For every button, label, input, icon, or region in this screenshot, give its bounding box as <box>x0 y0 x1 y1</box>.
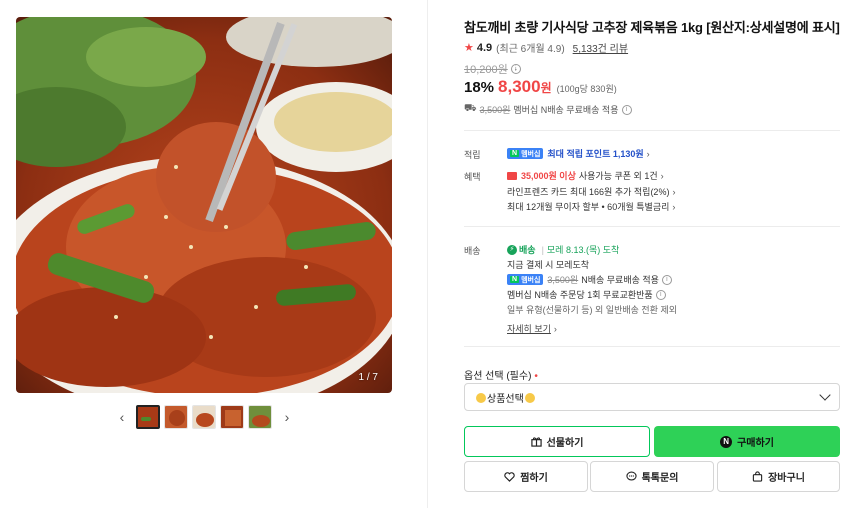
shipping-summary-text: 멤버십 N배송 무료배송 적용 <box>513 105 619 115</box>
installment-text: 최대 12개월 무이자 할부 • 60개월 특별금리 <box>507 202 670 212</box>
free-delivery-row: N 멤버십 3,500원 N배송 무료배송 적용 i <box>507 273 672 286</box>
section-divider <box>464 226 840 227</box>
points-label: 적립 <box>464 150 481 160</box>
delivery-more-link[interactable]: 자세히 보기 <box>507 322 551 335</box>
free-delivery-text: N배송 무료배송 적용 <box>581 275 659 285</box>
original-price-row: 10,200원 i <box>464 61 521 77</box>
option-label: 옵션 선택 (필수) • <box>464 371 538 382</box>
coupon-threshold: 35,000원 이상 <box>521 171 576 181</box>
review-count-link[interactable]: 5,133건 리뷰 <box>573 40 628 55</box>
truck-icon: ⛟ <box>464 103 477 114</box>
points-row[interactable]: N 멤버십 최대 적립 포인트 1,130원 › <box>507 147 650 160</box>
wish-button[interactable]: 찜하기 <box>464 461 588 492</box>
thumbnail-2[interactable] <box>164 405 188 429</box>
chevron-right-icon: › <box>672 201 676 212</box>
coupon-icon <box>507 171 517 180</box>
original-price: 10,200원 <box>464 64 508 76</box>
smile-emoji-icon <box>524 392 535 403</box>
rating-period: (최근 6개월 4.9) <box>496 44 565 55</box>
section-divider <box>464 130 840 131</box>
sale-price: 8,300 <box>498 77 541 96</box>
exchange-row: 멤버십 N배송 주문당 1회 무료교환반품 i <box>507 288 666 301</box>
gift-icon <box>530 436 542 447</box>
thumbnail-5[interactable] <box>248 405 272 429</box>
chevron-down-icon <box>819 389 831 401</box>
cart-button[interactable]: 장바구니 <box>717 461 840 492</box>
option-select-dropdown[interactable]: 상품선택 <box>464 383 840 411</box>
price-row: 18% 8,300 원 (100g당 830원) <box>464 77 617 97</box>
thumbnail-4[interactable] <box>220 405 244 429</box>
chat-bubble-icon <box>625 471 637 482</box>
shopping-bag-icon <box>752 471 763 482</box>
card-benefit-text: 라인프렌즈 카드 최대 166원 추가 적립(2%) <box>507 187 670 197</box>
chevron-right-icon: › <box>646 148 650 159</box>
fast-delivery-icon: ⚡ <box>507 244 517 255</box>
notice-row: 일부 유형(선물하기 등) 외 일반배송 전환 제외 <box>507 303 677 316</box>
gift-button[interactable]: 선물하기 <box>464 426 650 457</box>
npay-membership-badge: N 멤버십 <box>507 148 544 159</box>
exchange-text: 멤버십 N배송 주문당 1회 무료교환반품 <box>507 290 653 300</box>
pay-now-text: 지금 결제 시 모레도착 <box>507 260 590 270</box>
required-mark: • <box>534 371 538 382</box>
price-info-icon[interactable]: i <box>510 64 521 74</box>
naver-pay-icon: N <box>720 435 733 448</box>
delivery-badge: ⚡ 배송 <box>507 243 536 256</box>
delivery-more-row[interactable]: 자세히 보기 › <box>507 322 557 335</box>
product-main-image[interactable]: 1 / 7 <box>16 17 392 393</box>
benefit-label: 혜택 <box>464 172 481 182</box>
delivery-info-icon[interactable]: i <box>661 274 672 285</box>
thumbnail-strip: ‹ › <box>115 403 294 431</box>
column-divider <box>427 0 428 508</box>
heart-icon <box>504 471 515 482</box>
delivery-label: 배송 <box>464 246 481 256</box>
chevron-right-icon: › <box>672 186 676 197</box>
shipping-summary: ⛟ 3,500원 멤버십 N배송 무료배송 적용 i <box>464 103 632 116</box>
coupon-row[interactable]: 35,000원 이상 사용가능 쿠폰 외 1건 › <box>507 169 664 182</box>
shipping-info-icon[interactable]: i <box>621 104 632 115</box>
food-photo <box>16 17 392 393</box>
coupon-text: 사용가능 쿠폰 외 1건 <box>578 171 658 181</box>
card-benefit-row[interactable]: 라인프렌즈 카드 최대 166원 추가 적립(2%) › <box>507 185 675 198</box>
unit-price: (100g당 830원) <box>556 84 617 94</box>
max-points-text: 최대 적립 포인트 1,130원 <box>547 149 644 159</box>
buy-button[interactable]: N 구매하기 <box>654 426 840 457</box>
delivery-old-fee: 3,500원 <box>547 275 579 285</box>
exchange-info-icon[interactable]: i <box>655 289 666 300</box>
section-divider <box>464 346 840 347</box>
rating-row: ★ 4.9 (최근 6개월 4.9) 5,133건 리뷰 <box>464 40 628 56</box>
delivery-date: 모레 8.13.(목) 도착 <box>546 245 620 255</box>
next-image-button[interactable]: › <box>280 403 294 431</box>
discount-rate: 18% <box>464 79 495 96</box>
chevron-right-icon: › <box>660 170 664 181</box>
installment-row[interactable]: 최대 12개월 무이자 할부 • 60개월 특별금리 › <box>507 200 675 213</box>
star-icon: ★ <box>464 42 474 54</box>
pay-now-row: 지금 결제 시 모레도착 <box>507 258 589 271</box>
product-title: 참도깨비 초량 기사식당 고추장 제육볶음 1kg [원산지:상세설명에 표시] <box>464 20 840 35</box>
rating-score: 4.9 <box>476 41 493 54</box>
smile-emoji-icon <box>476 392 486 403</box>
thumbnail-1[interactable] <box>136 405 160 429</box>
image-counter: 1 / 7 <box>358 372 378 383</box>
option-selected-value: 상품선택 <box>475 390 536 405</box>
thumbnail-3[interactable] <box>192 405 216 429</box>
delivery-notice-text: 일부 유형(선물하기 등) 외 일반배송 전환 제외 <box>507 305 678 315</box>
prev-image-button[interactable]: ‹ <box>115 403 129 431</box>
chevron-right-icon: › <box>553 323 557 334</box>
delivery-date-row: ⚡ 배송 | 모레 8.13.(목) 도착 <box>507 243 619 256</box>
npay-membership-badge: N 멤버십 <box>507 274 544 285</box>
sale-price-unit: 원 <box>540 81 552 95</box>
talk-inquiry-button[interactable]: 톡톡문의 <box>590 461 714 492</box>
shipping-old-fee: 3,500원 <box>479 105 511 115</box>
